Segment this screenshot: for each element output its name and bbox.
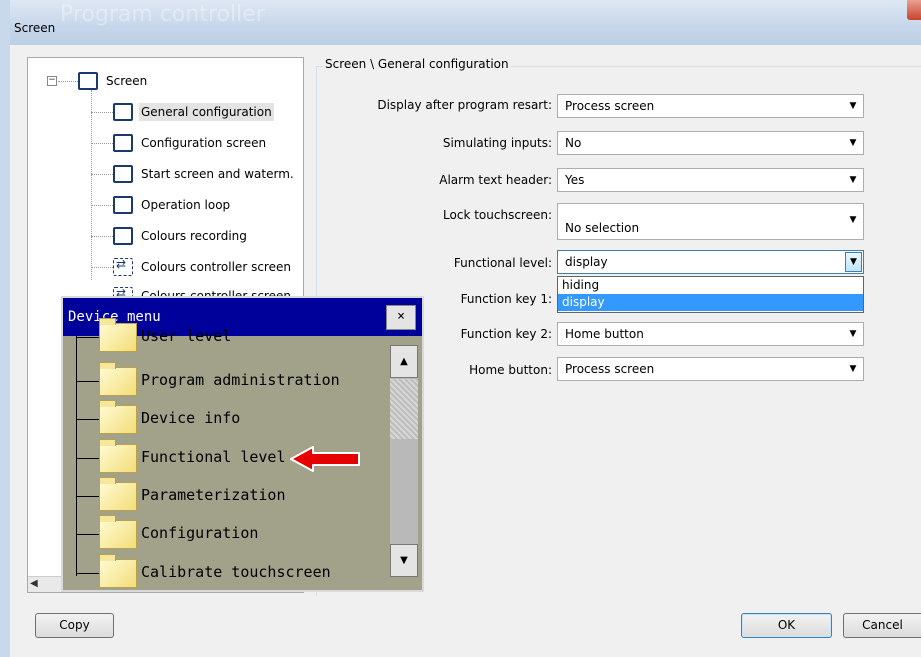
tree-connector <box>91 205 113 206</box>
chevron-down-icon[interactable]: ▼ <box>843 329 863 339</box>
tree-item-start-screen[interactable]: Start screen and waterm. <box>113 162 296 186</box>
controller-node-icon <box>113 257 133 276</box>
menu-item-device-info[interactable]: Device info <box>63 398 388 436</box>
select-value: Home button <box>565 327 644 341</box>
menu-tree-connector <box>76 573 99 574</box>
folder-icon <box>99 362 137 396</box>
red-arrow-icon <box>290 446 360 472</box>
select-value: display <box>565 255 608 269</box>
tree-item-label: Colours controller screen <box>141 260 291 274</box>
tree-item-colours-recording[interactable]: Colours recording <box>113 224 249 248</box>
screen-node-icon <box>113 103 133 121</box>
select-value: No selection <box>565 221 640 235</box>
select-value: No <box>565 136 582 150</box>
home-button-select[interactable]: Process screen ▼ <box>557 357 864 381</box>
tree-connector <box>91 267 113 268</box>
function-key-2-select[interactable]: Home button ▼ <box>557 322 864 346</box>
functional-level-select[interactable]: display ▼ <box>557 250 864 274</box>
alarm-text-header-select[interactable]: Yes ▼ <box>557 168 864 192</box>
dropdown-option-hiding[interactable]: hiding <box>558 277 863 294</box>
scroll-left-icon[interactable]: ◀ <box>30 578 38 589</box>
menu-tree-connector <box>76 419 99 420</box>
menu-item-label: Configuration <box>141 524 259 542</box>
menu-tree-connector <box>76 496 99 497</box>
field-label: Lock touchscreen: <box>443 208 552 222</box>
select-value: Process screen <box>565 99 655 113</box>
chevron-down-icon[interactable]: ▼ <box>843 364 863 374</box>
collapse-icon[interactable]: − <box>47 76 57 86</box>
chevron-down-icon[interactable]: ▼ <box>843 215 863 225</box>
chevron-down-icon[interactable]: ▼ <box>843 138 863 148</box>
chevron-down-icon[interactable]: ▼ <box>843 175 863 185</box>
tree-root-screen[interactable]: Screen <box>78 69 149 93</box>
cancel-button[interactable]: Cancel <box>843 613 921 638</box>
menu-item-label: Device info <box>141 409 241 427</box>
tree-item-label: Configuration screen <box>141 136 267 150</box>
chevron-down-icon[interactable]: ▼ <box>845 252 862 272</box>
menu-item-parameterization[interactable]: Parameterization <box>63 475 388 513</box>
screen-node-icon <box>78 72 98 90</box>
simulating-inputs-select[interactable]: No ▼ <box>557 131 864 155</box>
background-window-title: Program controller <box>60 2 265 27</box>
select-value: Yes <box>565 173 585 187</box>
folder-icon <box>99 515 137 549</box>
folder-icon <box>99 554 137 588</box>
menu-tree-connector <box>76 458 99 459</box>
folder-icon <box>99 400 137 434</box>
menu-item-calibrate-touchscreen[interactable]: Calibrate touchscreen <box>63 552 388 590</box>
device-menu-window: Device menu × User level Program adminis… <box>61 296 424 592</box>
folder-icon <box>99 439 137 473</box>
folder-icon <box>99 477 137 511</box>
tree-item-label: Colours recording <box>141 229 247 243</box>
window-title: Screen <box>14 21 56 35</box>
menu-tree-connector <box>76 381 99 382</box>
title-bar: Program controller Screen <box>10 0 921 45</box>
dropdown-option-display[interactable]: display <box>558 294 863 311</box>
tree-item-label: Operation loop <box>141 198 231 212</box>
functional-level-dropdown-list[interactable]: hiding display <box>557 276 864 313</box>
field-label: Alarm text header: <box>439 173 552 187</box>
screen-node-icon <box>113 196 133 214</box>
tree-connector <box>91 236 113 237</box>
lock-touchscreen-select[interactable]: No selection ▼ <box>557 203 864 240</box>
display-after-restart-select[interactable]: Process screen ▼ <box>557 94 864 118</box>
chevron-down-icon[interactable]: ▼ <box>843 101 863 111</box>
tree-item-label: Start screen and waterm. <box>141 167 294 181</box>
tree-root-label: Screen <box>106 74 148 88</box>
tree-connector <box>91 90 92 280</box>
window-frame-edge <box>0 0 10 657</box>
device-menu-close-button[interactable]: × <box>386 305 416 330</box>
tree-connector <box>91 143 113 144</box>
group-title: Screen \ General configuration <box>323 57 511 71</box>
menu-item-label: Parameterization <box>141 486 286 504</box>
screen-node-icon <box>113 165 133 183</box>
ok-button[interactable]: OK <box>741 613 832 638</box>
screen-node-icon <box>113 227 133 245</box>
menu-tree-connector <box>76 534 99 535</box>
device-menu-scrollbar[interactable]: ▲ ▼ <box>390 345 418 577</box>
tree-item-operation-loop[interactable]: Operation loop <box>113 193 232 217</box>
tree-connector <box>91 174 113 175</box>
menu-item-program-administration[interactable]: Program administration <box>63 360 388 398</box>
menu-item-configuration[interactable]: Configuration <box>63 513 388 551</box>
copy-button[interactable]: Copy <box>35 613 114 638</box>
menu-item-label: Functional level <box>141 448 286 466</box>
scroll-up-icon[interactable]: ▲ <box>390 345 418 378</box>
tree-item-label: General configuration <box>139 103 274 121</box>
window-close-button[interactable] <box>907 0 921 20</box>
tree-item-colours-controller-screen[interactable]: Colours controller screen <box>113 255 293 279</box>
select-value: Process screen <box>565 362 655 376</box>
field-label: Functional level: <box>453 256 552 270</box>
tree-item-general-configuration[interactable]: General configuration <box>113 100 274 124</box>
scroll-down-icon[interactable]: ▼ <box>390 544 418 577</box>
field-label: Display after program resart: <box>377 98 552 112</box>
menu-item-label: Calibrate touchscreen <box>141 563 331 581</box>
screen-node-icon <box>113 134 133 152</box>
field-label: Simulating inputs: <box>442 136 552 150</box>
tree-connector <box>58 81 78 82</box>
scrollbar-thumb[interactable] <box>390 379 418 439</box>
tree-item-configuration-screen[interactable]: Configuration screen <box>113 131 268 155</box>
menu-item-label: Program administration <box>141 371 340 389</box>
tree-connector <box>91 112 113 113</box>
